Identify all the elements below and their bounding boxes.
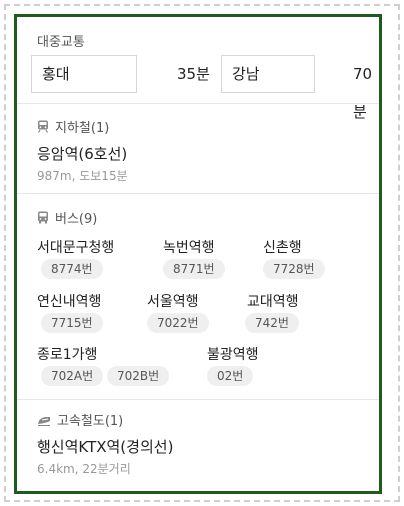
divider	[17, 103, 379, 104]
bus-number-chip[interactable]: 8774번	[41, 259, 103, 279]
bus-destination[interactable]: 연신내역행	[37, 291, 101, 311]
subway-title: 지하철(1)	[55, 121, 110, 136]
divider	[17, 399, 379, 400]
bus-destination[interactable]: 서대문구청행	[37, 237, 114, 257]
subway-icon	[37, 120, 49, 133]
destination-field[interactable]: 강남	[221, 55, 315, 93]
bus-number-chip[interactable]: 02번	[207, 366, 254, 386]
subway-station[interactable]: 응암역(6호선)	[37, 143, 127, 164]
subway-detail: 987m, 도보15분	[37, 169, 128, 183]
bus-number-chip[interactable]: 8771번	[163, 259, 225, 279]
bus-destination[interactable]: 신촌행	[263, 237, 302, 257]
divider	[17, 193, 379, 194]
bus-number-chip[interactable]: 7728번	[263, 259, 325, 279]
origin-field[interactable]: 홍대	[31, 55, 137, 93]
transit-card: 대중교통 홍대 35분 강남 70분 지하철(1) 응암역(6호선) 987m,…	[14, 14, 382, 494]
bus-icon	[38, 211, 48, 224]
bus-destination[interactable]: 교대역행	[247, 291, 299, 311]
train-icon	[38, 416, 50, 426]
rail-title: 고속철도(1)	[57, 414, 124, 429]
bus-number-chip[interactable]: 702A번	[41, 366, 104, 386]
bus-number-chip[interactable]: 702B번	[107, 366, 170, 386]
bus-destination[interactable]: 불광역행	[207, 344, 259, 364]
bus-header: 버스(9)	[37, 208, 97, 227]
bus-number-chip[interactable]: 742번	[245, 313, 299, 333]
card-title: 대중교통	[37, 35, 85, 50]
bus-number-chip[interactable]: 7022번	[147, 313, 209, 333]
bus-destination[interactable]: 녹번역행	[163, 237, 215, 257]
bus-destination[interactable]: 서울역행	[147, 291, 199, 311]
bus-number-chip[interactable]: 7715번	[41, 313, 103, 333]
destination-time: 70분	[353, 65, 373, 121]
route-row: 홍대 35분 강남 70분	[31, 55, 372, 121]
rail-header: 고속철도(1)	[37, 410, 123, 429]
bus-title: 버스(9)	[55, 212, 98, 227]
origin-time: 35분	[177, 65, 210, 83]
rail-detail: 6.4km, 22분거리	[37, 462, 131, 476]
subway-header: 지하철(1)	[37, 117, 109, 136]
bus-destination[interactable]: 종로1가행	[37, 344, 97, 364]
rail-station[interactable]: 행신역KTX역(경의선)	[37, 436, 173, 457]
